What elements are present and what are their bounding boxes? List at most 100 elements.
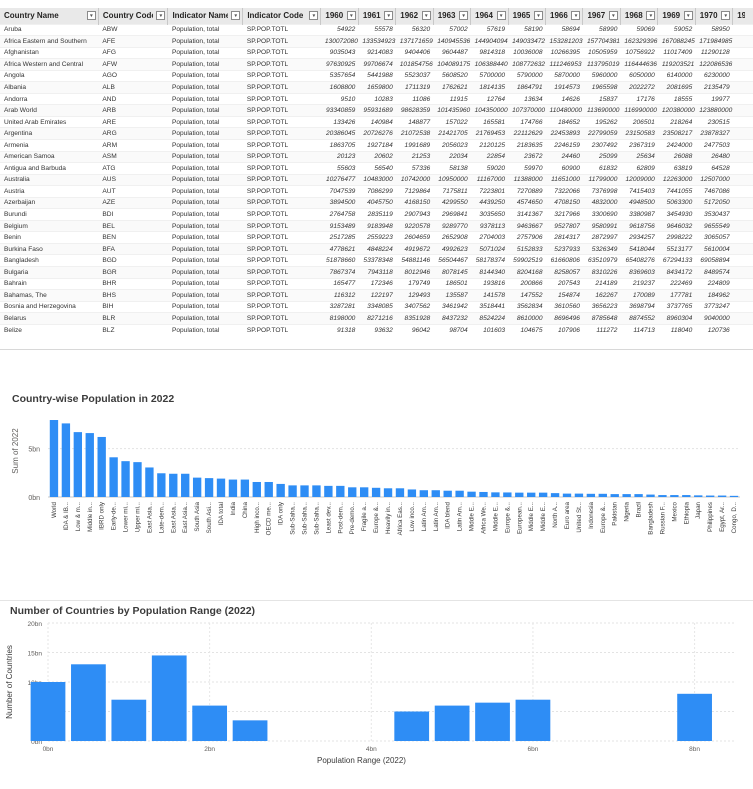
bar xyxy=(240,479,250,497)
filter-dropdown-icon[interactable]: ▾ xyxy=(534,11,544,20)
column-header[interactable]: 1965 ▾ xyxy=(508,8,547,24)
table-row[interactable]: Benin BEN Population, total SP.POP.TOTL 2517… xyxy=(0,231,753,244)
x-tick-label: Lower mi... xyxy=(123,502,130,533)
table-cell: ARE xyxy=(98,115,168,128)
table-row[interactable]: Azerbaijan AZE Population, total SP.POP.TOT… xyxy=(0,196,753,209)
table-cell: 7129864 xyxy=(395,185,434,198)
table-cell: 11651000 xyxy=(545,173,583,186)
x-tick-label: Euro area xyxy=(564,501,571,529)
table-cell: 51878660 xyxy=(320,254,359,267)
table-cell: 113690000 xyxy=(582,104,621,117)
filter-dropdown-icon[interactable]: ▾ xyxy=(421,11,431,20)
filter-dropdown-icon[interactable]: ▾ xyxy=(231,11,241,20)
table-cell: 58178374 xyxy=(470,254,509,267)
column-header[interactable]: 1968 ▾ xyxy=(620,8,659,24)
table-cell: 11388000 xyxy=(508,173,546,186)
x-tick-label: Post-dem... xyxy=(337,502,344,534)
table-row[interactable]: Burundi BDI Population, total SP.POP.TOTL 27… xyxy=(0,208,753,221)
table-cell: SP.POP.TOTL xyxy=(242,138,321,152)
filter-dropdown-icon[interactable]: ▾ xyxy=(384,11,394,20)
table-row[interactable]: Africa Eastern and Southern AFE Population… xyxy=(0,35,753,48)
filter-dropdown-icon[interactable]: ▾ xyxy=(496,11,506,20)
column-header[interactable]: 1964 ▾ xyxy=(470,8,509,24)
filter-dropdown-icon[interactable]: ▾ xyxy=(156,11,166,20)
x-tick-label: Low & m... xyxy=(75,502,82,532)
table-row[interactable]: Afghanistan AFG Population, total SP.POP.TO… xyxy=(0,46,753,59)
table-cell: 207543 xyxy=(545,277,583,290)
filter-dropdown-icon[interactable]: ▾ xyxy=(571,11,581,20)
table-row[interactable]: Belize BLZ Population, total SP.POP.TOTL 913… xyxy=(0,323,753,336)
table-row[interactable]: Arab World ARB Population, total SP.POP.TOT… xyxy=(0,104,753,117)
filter-dropdown-icon[interactable]: ▾ xyxy=(459,11,469,20)
column-header[interactable]: 1960 ▾ xyxy=(320,8,359,24)
table-cell: Population, total xyxy=(167,35,243,48)
bar xyxy=(181,473,190,497)
x-tick-label: Europe &... xyxy=(373,502,380,533)
table-row[interactable]: Antigua and Barbuda ATG Population, total S… xyxy=(0,162,753,175)
table-cell: 2424000 xyxy=(657,138,696,152)
column-header-label: Indicator Code xyxy=(247,11,304,21)
filter-dropdown-icon[interactable]: ▾ xyxy=(683,11,693,20)
table-row[interactable]: Bosnia and Herzegovina BIH Population, tot… xyxy=(0,300,753,313)
table-cell: 4848224 xyxy=(358,242,396,255)
table-cell: ATG xyxy=(98,162,168,175)
column-header[interactable]: Indicator Name ▾ xyxy=(167,8,244,24)
table-cell: 54881146 xyxy=(395,254,434,267)
filter-dropdown-icon[interactable]: ▾ xyxy=(309,11,319,20)
table-cell: Angola xyxy=(0,69,99,82)
bar xyxy=(538,492,548,497)
column-header[interactable]: 1967 ▾ xyxy=(582,8,621,24)
table-cell: 5237933 xyxy=(545,242,583,255)
table-row[interactable]: Bulgaria BGR Population, total SP.POP.TOTL 7… xyxy=(0,266,753,279)
table-cell: 7415403 xyxy=(620,185,658,198)
filter-dropdown-icon[interactable]: ▾ xyxy=(346,11,356,20)
column-header[interactable]: Country Name ▾ xyxy=(0,8,99,24)
table-cell xyxy=(732,254,753,267)
table-cell: 99706674 xyxy=(358,58,396,71)
table-row[interactable]: Armenia ARM Population, total SP.POP.TOTL 18… xyxy=(0,138,753,152)
bar xyxy=(479,491,488,497)
table-row[interactable]: Argentina ARG Population, total SP.POP.TOTL… xyxy=(0,127,753,140)
table-row[interactable]: American Samoa ASM Population, total SP.POP… xyxy=(0,150,753,163)
column-header[interactable]: 19 xyxy=(732,8,753,24)
table-row[interactable]: Bangladesh BGD Population, total SP.POP.TOT… xyxy=(0,254,753,267)
table-cell: 3530437 xyxy=(695,208,733,221)
table-cell xyxy=(732,81,753,94)
table-cell: 8524224 xyxy=(470,312,509,325)
column-header-label: 1961 xyxy=(362,11,381,21)
filter-dropdown-icon[interactable]: ▾ xyxy=(86,11,96,20)
table-row[interactable]: Belarus BLR Population, total SP.POP.TOTL 81… xyxy=(0,312,753,325)
column-header[interactable]: 1962 ▾ xyxy=(395,8,434,24)
table-cell: SP.POP.TOTL xyxy=(242,92,321,105)
filter-dropdown-icon[interactable]: ▾ xyxy=(646,11,656,20)
table-row[interactable]: Angola AGO Population, total SP.POP.TOTL 535… xyxy=(0,69,753,82)
column-header[interactable]: Country Code ▾ xyxy=(98,8,169,24)
table-cell: 6230000 xyxy=(695,69,733,82)
table-row[interactable]: Aruba ABW Population, total SP.POP.TOTL 5492… xyxy=(0,23,753,36)
table-row[interactable]: Bahamas, The BHS Population, total SP.POP.T… xyxy=(0,289,753,302)
table-cell: Population, total xyxy=(167,185,243,198)
table-row[interactable]: Albania ALB Population, total SP.POP.TOTL 16… xyxy=(0,81,753,94)
table-cell: 2477503 xyxy=(695,138,733,152)
x-tick-label: Indonesia xyxy=(588,501,595,528)
column-header[interactable]: 1963 ▾ xyxy=(433,8,472,24)
table-row[interactable]: Bahrain BHR Population, total SP.POP.TOTL 16… xyxy=(0,277,753,290)
column-header[interactable]: 1966 ▾ xyxy=(545,8,584,24)
table-row[interactable]: Belgium BEL Population, total SP.POP.TOTL 91… xyxy=(0,219,753,232)
column-header[interactable]: 1969 ▾ xyxy=(657,8,696,24)
table-row[interactable]: Africa Western and Central AFW Population,… xyxy=(0,58,753,71)
column-header[interactable]: 1970 ▾ xyxy=(695,8,734,24)
table-cell: BGR xyxy=(98,266,168,279)
table-row[interactable]: Austria AUT Population, total SP.POP.TOTL 70… xyxy=(0,185,753,198)
table-cell: BEL xyxy=(98,219,168,232)
x-tick-label: European... xyxy=(516,502,523,534)
table-row[interactable]: Australia AUS Population, total SP.POP.TOTL… xyxy=(0,173,753,186)
table-row[interactable]: Andorra AND Population, total SP.POP.TOTL 95… xyxy=(0,92,753,105)
table-row[interactable]: Burkina Faso BFA Population, total SP.POP.T… xyxy=(0,242,753,255)
table-row[interactable]: United Arab Emirates ARE Population, total… xyxy=(0,115,753,128)
x-axis-title: Population Range (2022) xyxy=(317,756,406,765)
column-header[interactable]: 1961 ▾ xyxy=(358,8,397,24)
column-header[interactable]: Indicator Code ▾ xyxy=(242,8,322,24)
filter-dropdown-icon[interactable]: ▾ xyxy=(608,11,618,20)
filter-dropdown-icon[interactable]: ▾ xyxy=(721,11,731,20)
